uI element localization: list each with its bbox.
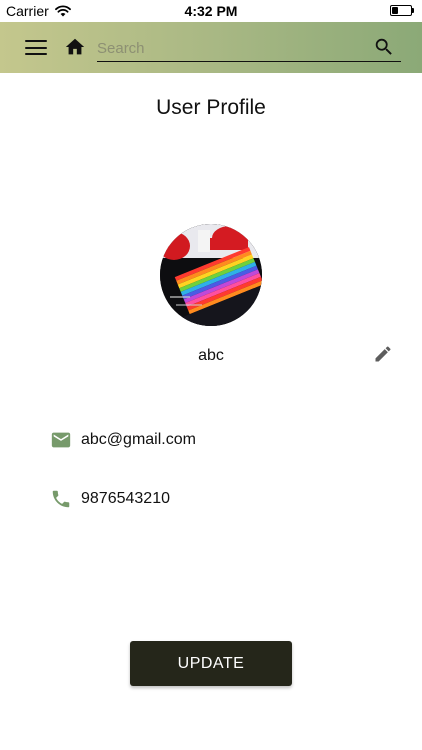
search-icon[interactable] — [373, 36, 395, 58]
email-value: abc@gmail.com — [81, 431, 196, 448]
status-time: 4:32 PM — [184, 3, 238, 19]
search-input[interactable] — [97, 37, 357, 59]
menu-icon[interactable] — [25, 40, 47, 56]
battery-icon — [390, 5, 414, 16]
phone-row: 9876543210 — [50, 488, 170, 510]
avatar[interactable] — [160, 224, 262, 326]
email-row: abc@gmail.com — [50, 429, 196, 451]
search-field — [97, 33, 401, 62]
phone-icon — [52, 490, 70, 508]
profile-name: abc — [198, 347, 224, 364]
pencil-icon[interactable] — [373, 344, 393, 364]
update-button[interactable]: UPDATE — [130, 641, 292, 686]
app-bar — [0, 22, 422, 73]
status-bar: Carrier 4:32 PM — [0, 0, 422, 22]
mail-icon — [51, 432, 71, 448]
page-title: User Profile — [156, 96, 266, 119]
home-icon[interactable] — [64, 36, 86, 58]
phone-value: 9876543210 — [81, 490, 170, 507]
